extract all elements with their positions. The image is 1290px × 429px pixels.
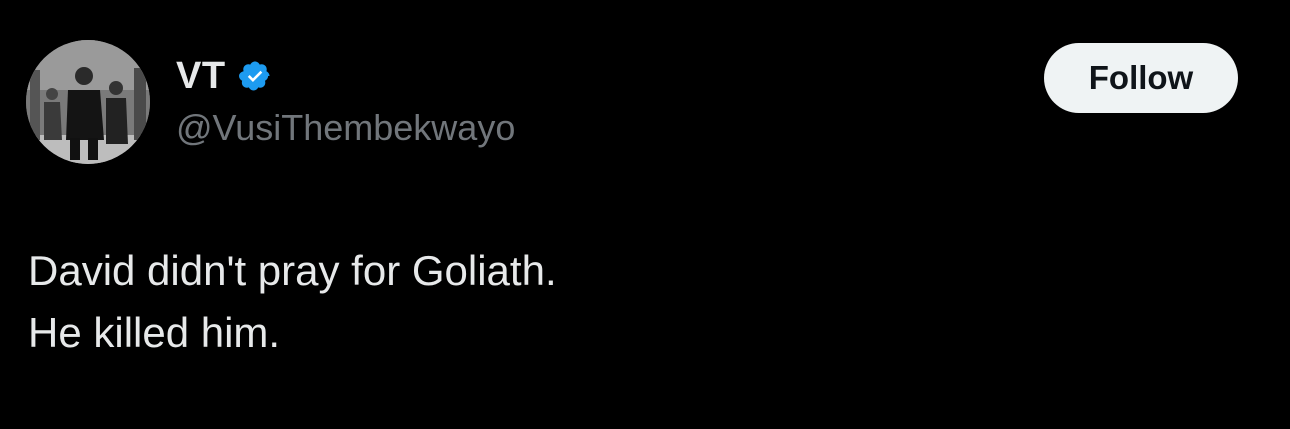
author-display-name[interactable]: VT (176, 52, 226, 100)
author-handle[interactable]: @VusiThembekwayo (176, 104, 515, 152)
tweet-text-line: He killed him. (28, 309, 281, 356)
tweet-text-line: David didn't pray for Goliath. (28, 247, 557, 294)
avatar-photo-icon (26, 40, 150, 164)
avatar[interactable] (26, 40, 150, 164)
author-name-row: VT (176, 52, 272, 100)
tweet-card: VT @VusiThembekwayo Follow David didn't … (0, 0, 1290, 429)
tweet-text: David didn't pray for Goliath. He killed… (28, 240, 557, 364)
verified-badge-icon (238, 59, 272, 93)
follow-button[interactable]: Follow (1044, 43, 1238, 113)
